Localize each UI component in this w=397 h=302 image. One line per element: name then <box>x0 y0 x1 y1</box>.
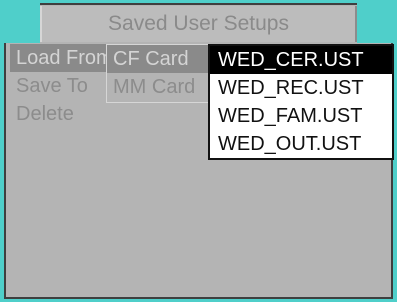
left-accent <box>4 3 40 43</box>
submenu-item-mm-card[interactable]: MM Card <box>107 73 211 101</box>
menu-item-load-from[interactable]: Load From <box>10 44 110 72</box>
submenu-item-cf-card[interactable]: CF Card <box>107 45 211 73</box>
file-list-menu: WED_CER.UST WED_REC.UST WED_FAM.UST WED_… <box>208 44 394 160</box>
file-item[interactable]: WED_OUT.UST <box>210 130 392 158</box>
source-submenu: CF Card MM Card <box>106 44 212 103</box>
file-item[interactable]: WED_CER.UST <box>210 46 392 74</box>
file-item[interactable]: WED_FAM.UST <box>210 102 392 130</box>
main-menu: Load From Save To Delete <box>10 44 110 134</box>
menu-item-delete[interactable]: Delete <box>10 100 110 128</box>
file-item[interactable]: WED_REC.UST <box>210 74 392 102</box>
right-accent <box>357 3 393 43</box>
menu-item-save-to[interactable]: Save To <box>10 72 110 100</box>
page-title: Saved User Setups <box>40 6 357 42</box>
